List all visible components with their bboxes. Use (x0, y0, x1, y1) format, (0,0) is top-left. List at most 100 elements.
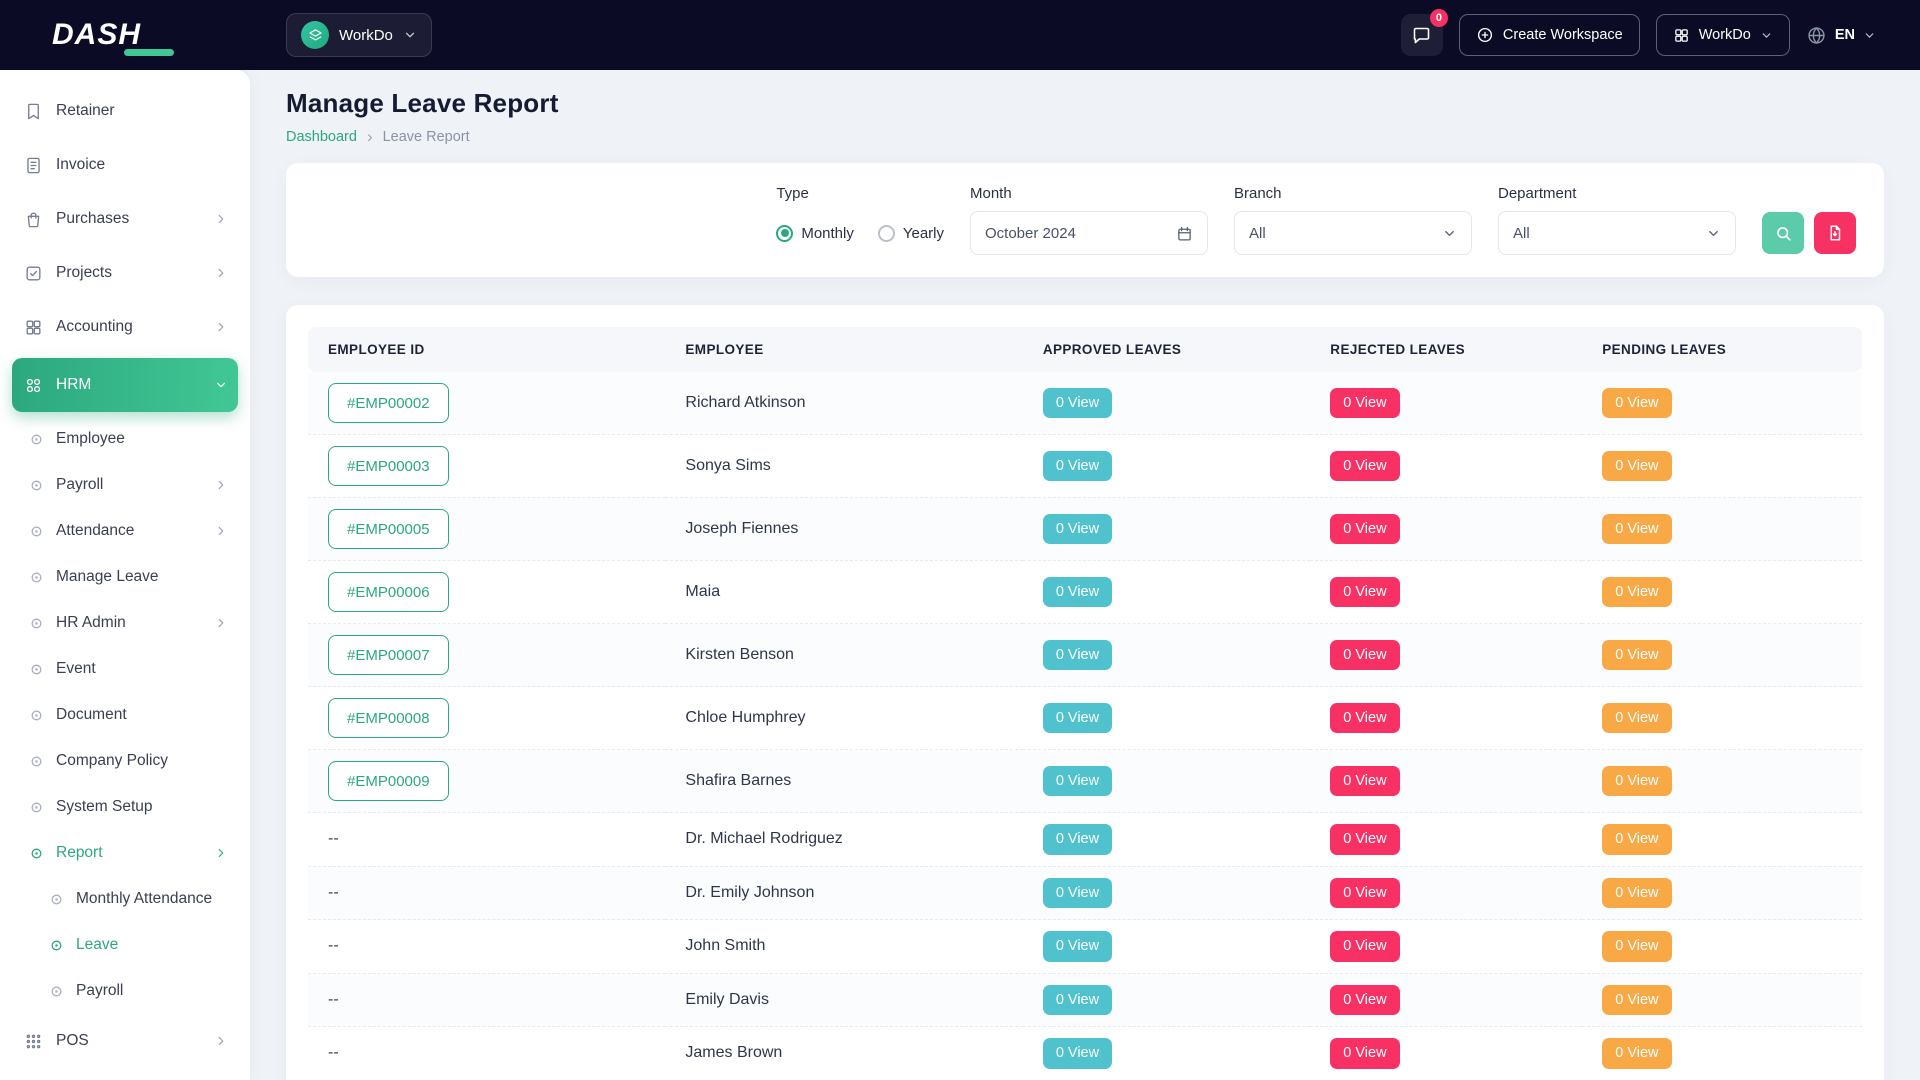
sidebar-item-event[interactable]: Event (12, 646, 238, 692)
sidebar-item-label: Event (56, 660, 96, 678)
sidebar-item-payroll[interactable]: Payroll (12, 968, 238, 1014)
column-header-rejected-leaves: REJECTED LEAVES (1310, 327, 1582, 372)
sidebar-item-hr-admin[interactable]: HR Admin (12, 600, 238, 646)
breadcrumb-dashboard-link[interactable]: Dashboard (286, 129, 357, 145)
pending-leaves-view-badge[interactable]: 0 View (1602, 577, 1671, 608)
workdo-apps-button[interactable]: WorkDo (1656, 14, 1790, 56)
pending-leaves-view-badge[interactable]: 0 View (1602, 878, 1671, 909)
rejected-leaves-view-badge[interactable]: 0 View (1330, 451, 1399, 482)
sidebar-item-system-setup[interactable]: System Setup (12, 784, 238, 830)
rejected-leaves-view-badge[interactable]: 0 View (1330, 931, 1399, 962)
employee-name: Maia (685, 583, 720, 600)
approved-leaves-view-badge[interactable]: 0 View (1043, 878, 1112, 909)
bullet-icon (28, 479, 44, 492)
sidebar-item-hrm[interactable]: HRM (12, 358, 238, 412)
create-workspace-button[interactable]: Create Workspace (1459, 14, 1640, 56)
globe-icon (1806, 25, 1827, 46)
pending-leaves-view-badge[interactable]: 0 View (1602, 640, 1671, 671)
employee-id-button[interactable]: #EMP00005 (328, 509, 449, 549)
pending-leaves-view-badge[interactable]: 0 View (1602, 514, 1671, 545)
sidebar-item-purchases[interactable]: Purchases (12, 192, 238, 246)
month-input[interactable]: October 2024 (970, 211, 1208, 255)
branch-select[interactable]: All (1234, 211, 1472, 255)
pending-leaves-view-badge[interactable]: 0 View (1602, 766, 1671, 797)
rejected-leaves-view-badge[interactable]: 0 View (1330, 388, 1399, 419)
sidebar-item-leave[interactable]: Leave (12, 922, 238, 968)
employee-id-button[interactable]: #EMP00003 (328, 446, 449, 486)
approved-leaves-view-badge[interactable]: 0 View (1043, 766, 1112, 797)
employee-id-button[interactable]: #EMP00007 (328, 635, 449, 675)
sidebar-item-projects[interactable]: Projects (12, 246, 238, 300)
pending-leaves-view-badge[interactable]: 0 View (1602, 451, 1671, 482)
messages-button[interactable]: 0 (1401, 14, 1443, 56)
monthly-radio[interactable]: Monthly (776, 225, 854, 242)
employee-name-cell: Emily Davis (665, 973, 1022, 1027)
rejected-leaves-view-badge[interactable]: 0 View (1330, 703, 1399, 734)
sidebar-item-pos[interactable]: POS (12, 1014, 238, 1068)
approved-leaves-view-badge[interactable]: 0 View (1043, 985, 1112, 1016)
approved-leaves-view-badge[interactable]: 0 View (1043, 1038, 1112, 1069)
employee-id-button[interactable]: #EMP00009 (328, 761, 449, 801)
rejected-leaves-view-badge[interactable]: 0 View (1330, 1038, 1399, 1069)
employee-id-button[interactable]: #EMP00002 (328, 383, 449, 423)
sidebar-item-employee[interactable]: Employee (12, 416, 238, 462)
approved-leaves-view-badge[interactable]: 0 View (1043, 514, 1112, 545)
employee-name: Chloe Humphrey (685, 709, 805, 726)
sidebar-item-payroll[interactable]: Payroll (12, 462, 238, 508)
employee-id-cell: #EMP00006 (308, 561, 665, 624)
employee-id-button[interactable]: #EMP00006 (328, 572, 449, 612)
table-row: --John Smith0 View0 View0 View (308, 920, 1862, 974)
employee-name: Richard Atkinson (685, 394, 805, 411)
chevron-right-icon (214, 616, 228, 630)
language-selector[interactable]: EN (1806, 25, 1876, 46)
department-select[interactable]: All (1498, 211, 1736, 255)
approved-leaves-view-badge[interactable]: 0 View (1043, 388, 1112, 419)
yearly-radio[interactable]: Yearly (878, 225, 944, 242)
pending-leaves-view-badge[interactable]: 0 View (1602, 388, 1671, 419)
sidebar-item-invoice[interactable]: Invoice (12, 138, 238, 192)
rejected-leaves-view-badge[interactable]: 0 View (1330, 514, 1399, 545)
employee-id-cell: #EMP00005 (308, 498, 665, 561)
sidebar-item-accounting[interactable]: Accounting (12, 300, 238, 354)
approved-leaves-view-badge[interactable]: 0 View (1043, 577, 1112, 608)
approved-leaves-view-badge[interactable]: 0 View (1043, 931, 1112, 962)
rejected-leaves-view-badge[interactable]: 0 View (1330, 577, 1399, 608)
pending-leaves-view-badge[interactable]: 0 View (1602, 703, 1671, 734)
rejected-leaves-view-badge[interactable]: 0 View (1330, 878, 1399, 909)
workspace-switcher[interactable]: WorkDo (286, 13, 432, 57)
search-button[interactable] (1762, 212, 1804, 254)
sidebar-item-attendance[interactable]: Attendance (12, 508, 238, 554)
app-logo[interactable]: DASH (0, 18, 250, 52)
approved-leaves-cell: 0 View (1023, 435, 1310, 498)
sidebar-item-label: Attendance (56, 522, 134, 540)
sidebar-item-label: Projects (56, 264, 112, 282)
sidebar-item-report[interactable]: Report (12, 830, 238, 876)
sidebar-item-monthly-attendance[interactable]: Monthly Attendance (12, 876, 238, 922)
rejected-leaves-view-badge[interactable]: 0 View (1330, 766, 1399, 797)
rejected-leaves-view-badge[interactable]: 0 View (1330, 640, 1399, 671)
approved-leaves-view-badge[interactable]: 0 View (1043, 703, 1112, 734)
employee-name: James Brown (685, 1044, 782, 1061)
pending-leaves-view-badge[interactable]: 0 View (1602, 824, 1671, 855)
approved-leaves-view-badge[interactable]: 0 View (1043, 640, 1112, 671)
rejected-leaves-view-badge[interactable]: 0 View (1330, 985, 1399, 1016)
approved-leaves-view-badge[interactable]: 0 View (1043, 451, 1112, 482)
pending-leaves-view-badge[interactable]: 0 View (1602, 985, 1671, 1016)
employee-id-button[interactable]: #EMP00008 (328, 698, 449, 738)
employee-id-cell: #EMP00009 (308, 750, 665, 813)
approved-leaves-cell: 0 View (1023, 624, 1310, 687)
sidebar-item-retainer[interactable]: Retainer (12, 84, 238, 138)
approved-leaves-view-badge[interactable]: 0 View (1043, 824, 1112, 855)
employee-id-empty: -- (328, 1044, 339, 1061)
employee-id-empty: -- (328, 830, 339, 847)
sidebar-item-manage-leave[interactable]: Manage Leave (12, 554, 238, 600)
pending-leaves-view-badge[interactable]: 0 View (1602, 931, 1671, 962)
pos-icon (22, 1032, 44, 1051)
employee-name-cell: John Smith (665, 920, 1022, 974)
sidebar-item-company-policy[interactable]: Company Policy (12, 738, 238, 784)
pending-leaves-view-badge[interactable]: 0 View (1602, 1038, 1671, 1069)
table-row: --Dr. Michael Rodriguez0 View0 View0 Vie… (308, 813, 1862, 867)
rejected-leaves-view-badge[interactable]: 0 View (1330, 824, 1399, 855)
export-button[interactable] (1814, 212, 1856, 254)
sidebar-item-document[interactable]: Document (12, 692, 238, 738)
